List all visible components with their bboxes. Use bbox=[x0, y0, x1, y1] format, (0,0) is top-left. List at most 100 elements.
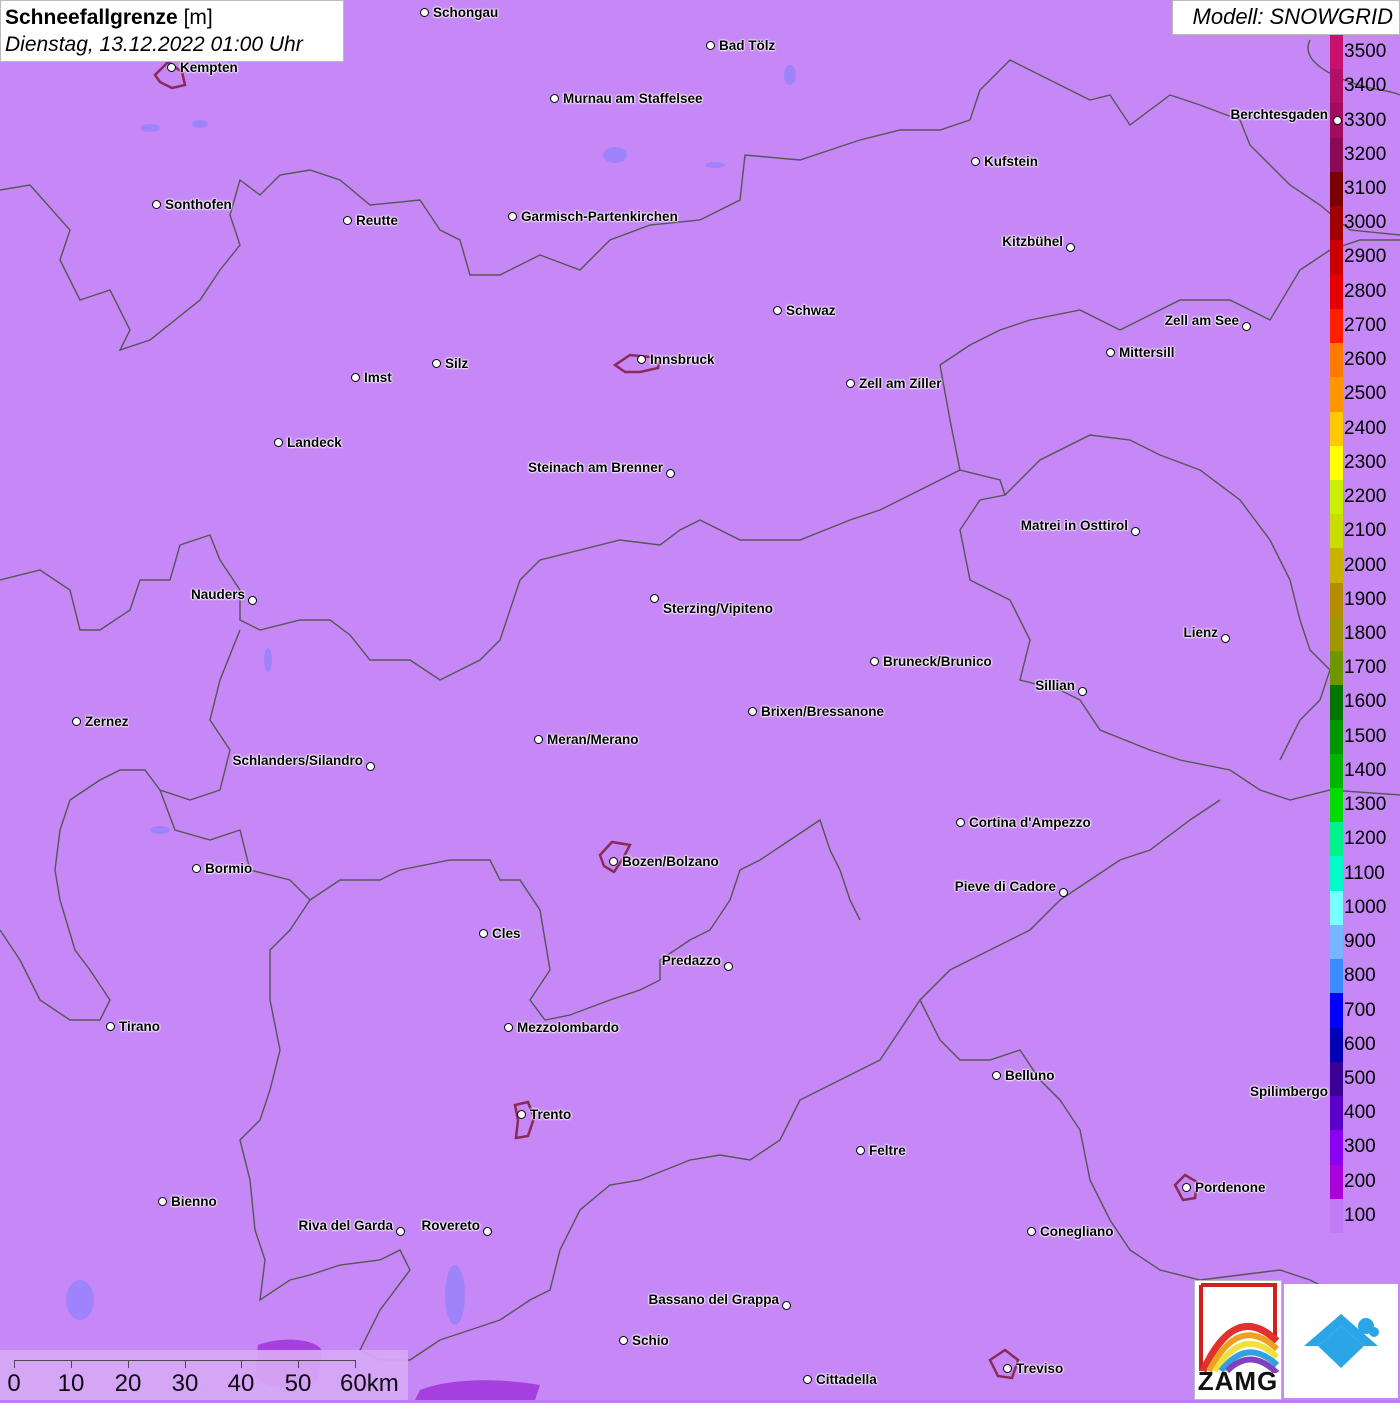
city-label[interactable]: Kufstein bbox=[984, 154, 1038, 170]
city-label[interactable]: Schongau bbox=[433, 5, 498, 21]
city-label[interactable]: Bad Tölz bbox=[719, 38, 775, 54]
city-label[interactable]: Bassano del Grappa bbox=[648, 1292, 779, 1308]
city-label[interactable]: Cles bbox=[492, 926, 521, 942]
city-label[interactable]: Riva del Garda bbox=[298, 1218, 393, 1234]
city-marker[interactable] bbox=[432, 359, 441, 368]
city-marker[interactable] bbox=[351, 373, 360, 382]
city-marker[interactable] bbox=[158, 1197, 167, 1206]
city-marker[interactable] bbox=[1242, 322, 1251, 331]
city-marker[interactable] bbox=[846, 379, 855, 388]
city-marker[interactable] bbox=[1333, 116, 1342, 125]
city-label[interactable]: Zell am Ziller bbox=[859, 376, 942, 392]
city-marker[interactable] bbox=[706, 41, 715, 50]
city-label[interactable]: Brixen/Bressanone bbox=[761, 704, 884, 720]
city-marker[interactable] bbox=[517, 1110, 526, 1119]
city-label[interactable]: Tirano bbox=[119, 1019, 160, 1035]
city-label[interactable]: Sonthofen bbox=[165, 197, 232, 213]
city-label[interactable]: Schio bbox=[632, 1333, 669, 1349]
city-label[interactable]: Predazzo bbox=[662, 953, 721, 969]
city-label[interactable]: Reutte bbox=[356, 213, 398, 229]
city-marker[interactable] bbox=[72, 717, 81, 726]
city-marker[interactable] bbox=[508, 212, 517, 221]
city-marker[interactable] bbox=[609, 857, 618, 866]
city-marker[interactable] bbox=[343, 216, 352, 225]
city-marker[interactable] bbox=[1027, 1227, 1036, 1236]
city-label[interactable]: Pordenone bbox=[1195, 1180, 1266, 1196]
city-label[interactable]: Steinach am Brenner bbox=[528, 460, 663, 476]
city-marker[interactable] bbox=[248, 596, 257, 605]
city-marker[interactable] bbox=[106, 1022, 115, 1031]
city-marker[interactable] bbox=[479, 929, 488, 938]
city-label[interactable]: Bormio bbox=[205, 861, 252, 877]
city-label[interactable]: Bozen/Bolzano bbox=[622, 854, 719, 870]
city-marker[interactable] bbox=[1106, 348, 1115, 357]
city-marker[interactable] bbox=[650, 594, 659, 603]
city-label[interactable]: Murnau am Staffelsee bbox=[563, 91, 703, 107]
city-label[interactable]: Berchtesgaden bbox=[1230, 107, 1328, 123]
city-label[interactable]: Sterzing/Vipiteno bbox=[663, 601, 773, 617]
city-label[interactable]: Kempten bbox=[180, 60, 238, 76]
city-marker[interactable] bbox=[1003, 1364, 1012, 1373]
city-label[interactable]: Lienz bbox=[1183, 625, 1218, 641]
city-marker[interactable] bbox=[152, 200, 161, 209]
city-marker[interactable] bbox=[1221, 634, 1230, 643]
city-label[interactable]: Garmisch-Partenkirchen bbox=[521, 209, 678, 225]
city-label[interactable]: Conegliano bbox=[1040, 1224, 1114, 1240]
city-marker[interactable] bbox=[856, 1146, 865, 1155]
city-label[interactable]: Spilimbergo bbox=[1250, 1084, 1328, 1100]
city-marker[interactable] bbox=[992, 1071, 1001, 1080]
city-label[interactable]: Rovereto bbox=[421, 1218, 480, 1234]
city-marker[interactable] bbox=[1131, 527, 1140, 536]
city-label[interactable]: Treviso bbox=[1016, 1361, 1063, 1377]
city-label[interactable]: Mittersill bbox=[1119, 345, 1175, 361]
geosphere-logo[interactable] bbox=[1284, 1284, 1398, 1398]
city-label[interactable]: Bienno bbox=[171, 1194, 217, 1210]
city-marker[interactable] bbox=[1078, 687, 1087, 696]
city-label[interactable]: Sillian bbox=[1035, 678, 1075, 694]
city-label[interactable]: Belluno bbox=[1005, 1068, 1055, 1084]
city-marker[interactable] bbox=[366, 762, 375, 771]
city-label[interactable]: Zernez bbox=[85, 714, 129, 730]
city-label[interactable]: Feltre bbox=[869, 1143, 906, 1159]
city-label[interactable]: Mezzolombardo bbox=[517, 1020, 619, 1036]
city-label[interactable]: Imst bbox=[364, 370, 392, 386]
city-label[interactable]: Schlanders/Silandro bbox=[232, 753, 363, 769]
city-marker[interactable] bbox=[773, 306, 782, 315]
city-marker[interactable] bbox=[396, 1227, 405, 1236]
city-label[interactable]: Landeck bbox=[287, 435, 342, 451]
city-marker[interactable] bbox=[504, 1023, 513, 1032]
city-marker[interactable] bbox=[550, 94, 559, 103]
city-marker[interactable] bbox=[870, 657, 879, 666]
city-label[interactable]: Trento bbox=[530, 1107, 571, 1123]
city-marker[interactable] bbox=[724, 962, 733, 971]
city-marker[interactable] bbox=[619, 1336, 628, 1345]
city-label[interactable]: Silz bbox=[445, 356, 468, 372]
city-label[interactable]: Innsbruck bbox=[650, 352, 715, 368]
city-marker[interactable] bbox=[420, 8, 429, 17]
city-label[interactable]: Kitzbühel bbox=[1002, 234, 1063, 250]
city-label[interactable]: Meran/Merano bbox=[547, 732, 639, 748]
city-marker[interactable] bbox=[274, 438, 283, 447]
city-marker[interactable] bbox=[666, 469, 675, 478]
city-marker[interactable] bbox=[167, 63, 176, 72]
city-marker[interactable] bbox=[803, 1375, 812, 1384]
city-label[interactable]: Pieve di Cadore bbox=[955, 879, 1056, 895]
city-marker[interactable] bbox=[748, 707, 757, 716]
city-label[interactable]: Bruneck/Brunico bbox=[883, 654, 992, 670]
city-marker[interactable] bbox=[534, 735, 543, 744]
city-marker[interactable] bbox=[483, 1227, 492, 1236]
city-label[interactable]: Schwaz bbox=[786, 303, 836, 319]
city-label[interactable]: Matrei in Osttirol bbox=[1021, 518, 1128, 534]
city-label[interactable]: Zell am See bbox=[1165, 313, 1239, 329]
city-label[interactable]: Cortina d'Ampezzo bbox=[969, 815, 1091, 831]
city-marker[interactable] bbox=[192, 864, 201, 873]
city-label[interactable]: Nauders bbox=[191, 587, 245, 603]
city-marker[interactable] bbox=[782, 1301, 791, 1310]
city-marker[interactable] bbox=[1066, 243, 1075, 252]
city-marker[interactable] bbox=[1059, 888, 1068, 897]
city-marker[interactable] bbox=[956, 818, 965, 827]
zamg-logo[interactable]: ZAMG bbox=[1194, 1280, 1282, 1400]
city-label[interactable]: Cittadella bbox=[816, 1372, 877, 1388]
city-marker[interactable] bbox=[637, 355, 646, 364]
city-marker[interactable] bbox=[971, 157, 980, 166]
